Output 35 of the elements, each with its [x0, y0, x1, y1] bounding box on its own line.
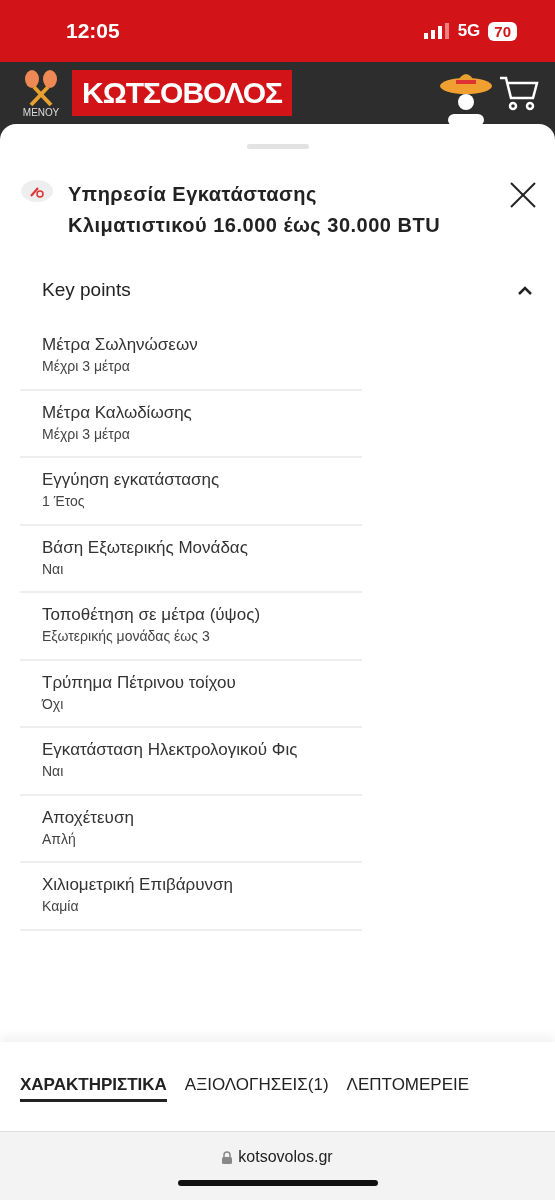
- spec-value: Ναι: [42, 560, 65, 577]
- tab[interactable]: ΑΞΙΟΛΟΓΗΣΕΙΣ(1): [184, 1071, 329, 1102]
- spec-label: Βάση Εξωτερικής Μονάδας: [42, 537, 249, 558]
- battery-level: 70: [488, 21, 517, 41]
- spec-value: Μέχρι 3 μέτρα: [42, 425, 131, 442]
- spec-value: Όχι: [42, 695, 65, 712]
- spec-label: Εγκατάσταση Ηλεκτρολογικού Φις: [42, 740, 299, 761]
- product-title: Υπηρεσία Εγκατάστασης Κλιματιστικού 16.000 έως 30.000 BTU: [68, 182, 442, 238]
- spec-value: Ναι: [42, 763, 65, 780]
- lock-icon: [222, 1150, 233, 1164]
- spec-label: Εγγύηση εγκατάστασης: [42, 470, 221, 491]
- spec-label: Τοποθέτηση σε μέτρα (ύψος): [42, 605, 262, 626]
- clock: 12:05: [66, 19, 121, 43]
- cart-icon[interactable]: [499, 75, 539, 111]
- key-points-toggle[interactable]: Key points: [0, 279, 555, 301]
- tab[interactable]: ΧΑΡΑΚΤΗΡΙΣΤΙΚΑ: [20, 1071, 167, 1102]
- drag-handle[interactable]: [246, 144, 309, 149]
- signal-icon: [423, 23, 450, 39]
- menu-button[interactable]: ΜΕΝΟΥ: [16, 68, 66, 118]
- spec-label: Χιλιομετρική Επιβάρυνση: [42, 875, 234, 896]
- spec-value: Καμία: [42, 898, 80, 915]
- spec-value: Εξωτερικής μονάδας έως 3: [42, 628, 211, 645]
- chevron-icon: [517, 285, 533, 295]
- spec-value: 1 Έτος: [42, 493, 86, 510]
- spec-label: Μέτρα Καλωδίωσης: [42, 402, 193, 423]
- tab[interactable]: ΛΕΠΤΟΜΕΡΕΙΕ: [346, 1071, 470, 1102]
- spec-label: Μέτρα Σωληνώσεων: [42, 335, 199, 356]
- spec-label: Τρύπημα Πέτρινου τοίχου: [42, 672, 237, 693]
- spec-value: Μέχρι 3 μέτρα: [42, 358, 131, 375]
- network-label: 5G: [457, 21, 481, 41]
- url-text[interactable]: kotsovolos.gr: [238, 1148, 333, 1166]
- spec-label: Αποχέτευση: [42, 807, 135, 828]
- spec-value: Απλή: [42, 830, 77, 847]
- wrench-gear-icon: [20, 179, 54, 203]
- brand-logo[interactable]: ΚΩΤΣΟΒΟΛΟΣ: [72, 70, 293, 116]
